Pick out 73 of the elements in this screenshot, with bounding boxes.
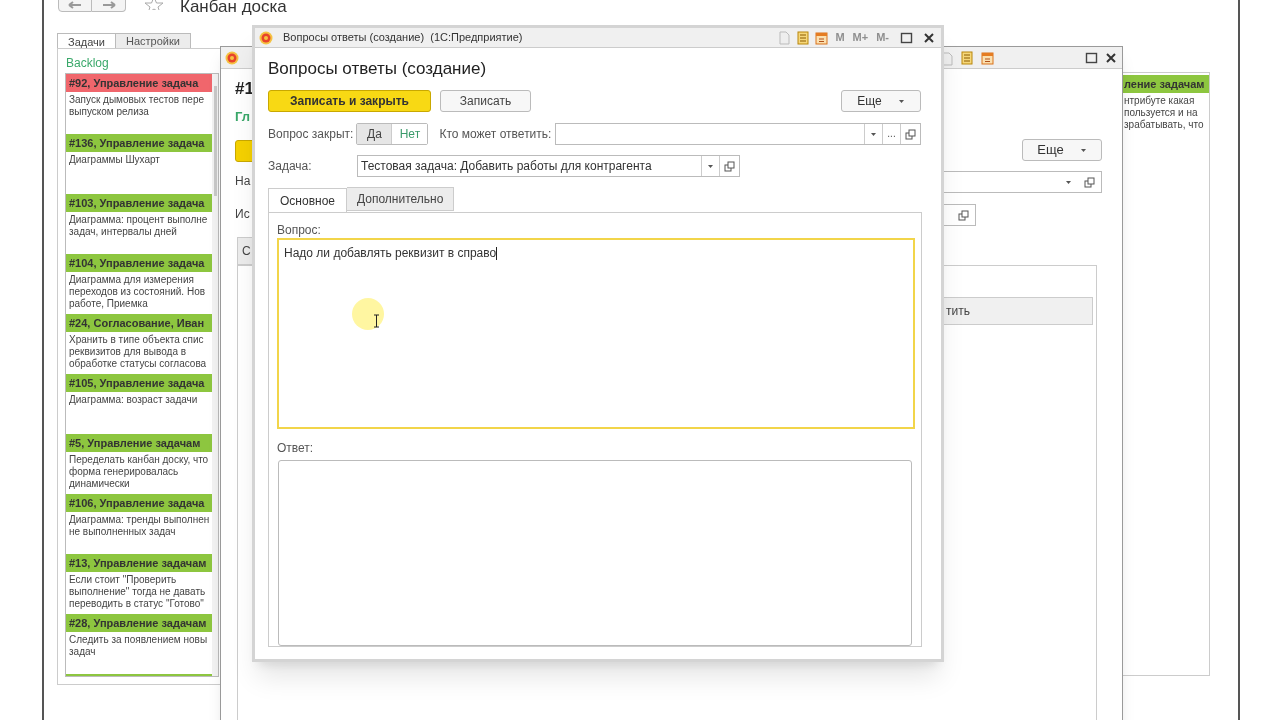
text-cursor-icon [373,314,380,328]
answer-field[interactable] [278,460,912,646]
form-heading: #1 [235,79,254,99]
field-label: Вопрос: [277,223,322,237]
card-header[interactable]: #28, Управление задачам [66,614,212,632]
card-header[interactable]: #24, Согласование, Иван [66,314,212,332]
card-text: нтрибуте какая пользуется и на зрабатывать, что [1123,94,1205,131]
scrollbar[interactable] [212,74,218,676]
save-and-close-button[interactable]: Записать и закрыть [268,90,431,112]
calendar-icon[interactable] [981,51,994,65]
caret-icon[interactable] [870,131,877,137]
card-header[interactable]: #104, Управление задача [66,254,212,272]
card-header[interactable]: #105, Управление задача [66,374,212,392]
card-header[interactable]: #103, Управление задача [66,194,212,212]
card-text: Если стоит "Проверить выполнение" тогда не давать переводить в статус "Готово" [68,573,207,610]
tab[interactable]: Дополнительно [347,187,455,211]
caret-icon [897,98,905,104]
card-header[interactable]: #92, Управление задача [66,74,212,92]
column-title: Backlog [66,56,109,70]
open-icon[interactable] [1084,176,1095,188]
maximize-icon[interactable] [900,31,913,44]
card-header[interactable]: ление задачам [1121,75,1209,93]
caret-icon[interactable] [707,163,714,169]
caret-icon [1065,179,1072,185]
calendar-icon[interactable] [815,30,829,45]
card-header[interactable]: #136, Управление задача [66,134,212,152]
scrollbar-thumb[interactable] [213,86,217,196]
field-label: Ис [235,207,250,221]
field-label: Кто может ответить: [439,126,552,143]
more-button[interactable]: Еще [841,90,921,112]
card-text: Хранить в типе объекта спис реквизитов для вывода в обработке статусы согласова [68,333,208,370]
card-text: Переделать канбан доску, что форма генерировалась динамически [68,453,210,490]
card-header[interactable]: #13, Управление задачам [66,554,212,572]
field-label: Ответ: [277,441,315,455]
choose-button[interactable]: ... [882,124,900,144]
field-label: На [235,174,251,188]
question-field[interactable]: Надо ли добавлять реквизит в справо [277,238,915,429]
field-label: Задача: [268,158,313,175]
dialog-heading: Вопросы ответы (создание) [268,58,488,80]
card-text: Запуск дымовых тестов пере выпуском релиза [68,93,206,118]
app-logo-icon [225,51,239,65]
close-icon[interactable] [1105,52,1117,64]
open-icon[interactable] [724,160,735,172]
card-text: Диаграмма: процент выполне задач, интервалы дней [68,213,209,238]
card-text: Диаграмма: тренды выполнен не выполненных задач [68,513,211,538]
tab[interactable]: Основное [268,188,347,213]
page-title: Канбан доска [180,0,287,17]
open-icon[interactable] [905,128,916,140]
close-icon[interactable] [923,31,935,44]
caret-icon [1079,147,1087,153]
card-text: Следить за появлением новы задач [68,633,209,658]
card-header[interactable]: #5, Управление задачам [66,434,212,452]
back-arrow-icon [68,1,82,9]
card-text: Диаграмма: возраст задачи [68,393,199,406]
tab[interactable]: Настройки [115,33,191,49]
maximize-icon[interactable] [1085,52,1098,64]
card-header[interactable]: #106, Управление задача [66,494,212,512]
star-icon[interactable] [144,0,164,10]
field-label: Вопрос закрыт: [268,126,354,143]
toggle-option[interactable]: Да [357,124,393,144]
more-button[interactable]: Еще [1022,139,1102,161]
input-field[interactable]: Тестовая задача: Добавить работы для контрагента [357,155,740,177]
window-title: Вопросы ответы (создание) (1С:Предприятие) [283,30,523,46]
app-logo-icon [259,30,273,45]
tab[interactable]: Задачи [57,33,116,49]
calculator-icon[interactable] [797,30,810,45]
open-icon[interactable] [958,209,969,221]
forward-arrow-icon [101,1,116,9]
card-text: Диаграммы Шухарт [68,153,161,166]
input-field[interactable]: ... [555,123,921,145]
save-button[interactable]: Записать [440,90,531,112]
card-text: Диаграмма для измерения переходов из состояний. Нов работе, Приемка [68,273,206,310]
section-title: Гл [235,109,250,125]
